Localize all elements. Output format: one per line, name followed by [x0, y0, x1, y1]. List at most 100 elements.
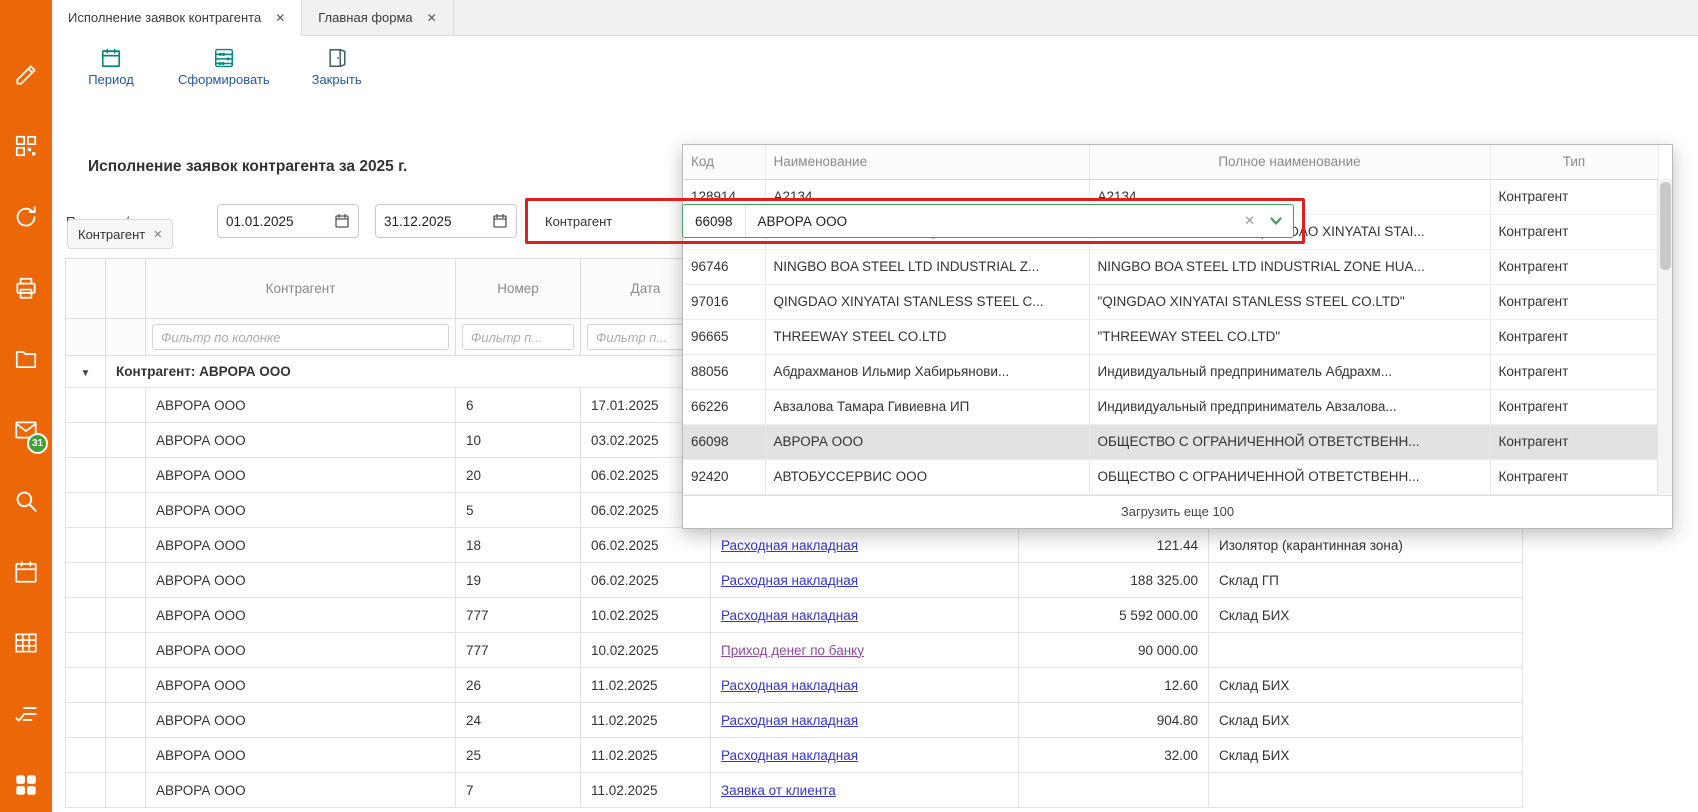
counterparty-code: 66098: [683, 205, 746, 237]
tab-main-form[interactable]: Главная форма ✕: [302, 0, 453, 35]
date-from-field[interactable]: [217, 204, 359, 238]
row-expander-cell: [66, 668, 106, 703]
chip-close-icon[interactable]: ✕: [153, 228, 162, 241]
number-cell: 18: [456, 528, 581, 563]
edit-icon[interactable]: [13, 62, 39, 88]
number-cell: 777: [456, 598, 581, 633]
header-counterparty[interactable]: Контрагент: [146, 259, 456, 319]
dropdown-name-cell: АВРОРА ООО: [765, 424, 1089, 459]
report-row[interactable]: АВРОРА ООО77710.02.2025Расходная накладн…: [66, 598, 1523, 633]
dropdown-scrollbar[interactable]: [1657, 179, 1672, 494]
document-link[interactable]: Заявка от клиента: [721, 783, 836, 798]
sum-cell: 5 592 000.00: [1019, 598, 1209, 633]
document-cell: Расходная накладная: [711, 528, 1019, 563]
report-row[interactable]: АВРОРА ООО2511.02.2025Расходная накладна…: [66, 738, 1523, 773]
number-cell: 24: [456, 703, 581, 738]
row-expander-cell: [66, 738, 106, 773]
row-marker-cell: [106, 528, 146, 563]
dropdown-code-cell: 92420: [683, 459, 765, 494]
folder-icon[interactable]: [13, 346, 39, 372]
dropdown-row[interactable]: 66098АВРОРА ООООБЩЕСТВО С ОГРАНИЧЕННОЙ О…: [683, 424, 1658, 459]
date-cell: 10.02.2025: [581, 598, 711, 633]
report-row[interactable]: АВРОРА ООО1806.02.2025Расходная накладна…: [66, 528, 1523, 563]
number-cell: 10: [456, 423, 581, 458]
dropdown-row[interactable]: 96746NINGBO BOA STEEL LTD INDUSTRIAL Z..…: [683, 249, 1658, 284]
document-link[interactable]: Расходная накладная: [721, 538, 858, 553]
document-link[interactable]: Расходная накладная: [721, 713, 858, 728]
counterparty-cell: АВРОРА ООО: [146, 738, 456, 773]
apps-icon[interactable]: [13, 772, 39, 798]
date-to-field[interactable]: [375, 204, 517, 238]
dropdown-header-fullname: Полное наименование: [1089, 145, 1490, 179]
close-icon[interactable]: ✕: [427, 11, 437, 25]
qr-code-icon[interactable]: [13, 133, 39, 159]
calendar-icon[interactable]: [334, 213, 350, 229]
counterparty-cell: АВРОРА ООО: [146, 388, 456, 423]
filter-counterparty-input[interactable]: [152, 324, 449, 350]
row-marker-cell: [106, 703, 146, 738]
close-button[interactable]: Закрыть: [306, 47, 368, 87]
dropdown-row[interactable]: 66226Авзалова Тамара Гивиевна ИПИндивиду…: [683, 389, 1658, 424]
dropdown-row[interactable]: 88056Абдрахманов Ильмир Хабирьянови...Ин…: [683, 354, 1658, 389]
chevron-down-icon[interactable]: [1267, 214, 1293, 228]
document-link[interactable]: Расходная накладная: [721, 608, 858, 623]
chip-label: Контрагент: [78, 227, 145, 242]
date-cell: 10.02.2025: [581, 633, 711, 668]
counterparty-combobox[interactable]: 66098 АВРОРА ООО ✕: [682, 204, 1294, 238]
mail-icon[interactable]: 31: [13, 417, 39, 443]
tasks-icon[interactable]: [13, 701, 39, 727]
sync-icon[interactable]: [13, 204, 39, 230]
document-cell: Заявка от клиента: [711, 773, 1019, 808]
counterparty-cell: АВРОРА ООО: [146, 773, 456, 808]
dropdown-fullname-cell: Индивидуальный предприниматель Абдрахм..…: [1089, 354, 1490, 389]
calendar-icon[interactable]: [13, 559, 39, 585]
close-icon[interactable]: ✕: [275, 11, 285, 25]
row-marker-cell: [106, 668, 146, 703]
counterparty-label: Контрагент: [545, 214, 612, 229]
date-to-input[interactable]: [384, 214, 488, 229]
dropdown-type-cell: Контрагент: [1490, 319, 1658, 354]
calendar-icon: [100, 47, 122, 69]
toolbar: Период Сформировать Закрыть: [52, 36, 1698, 98]
dropdown-name-cell: THREEWAY STEEL CO.LTD: [765, 319, 1089, 354]
clear-icon[interactable]: ✕: [1232, 213, 1267, 229]
scrollbar-thumb[interactable]: [1660, 182, 1671, 270]
document-link[interactable]: Расходная накладная: [721, 748, 858, 763]
collapse-arrow-icon[interactable]: ▼: [81, 368, 91, 379]
report-row[interactable]: АВРОРА ООО77710.02.2025Приход денег по б…: [66, 633, 1523, 668]
document-link[interactable]: Расходная накладная: [721, 678, 858, 693]
date-cell: 11.02.2025: [581, 738, 711, 773]
print-icon[interactable]: [13, 275, 39, 301]
filter-number-input[interactable]: [462, 324, 574, 350]
document-cell: Расходная накладная: [711, 598, 1019, 633]
dropdown-row[interactable]: 92420АВТОБУССЕРВИС ООООБЩЕСТВО С ОГРАНИЧ…: [683, 459, 1658, 494]
period-button[interactable]: Период: [80, 47, 142, 87]
dropdown-code-cell: 96746: [683, 249, 765, 284]
document-link[interactable]: Приход денег по банку: [721, 643, 864, 658]
search-icon[interactable]: [13, 488, 39, 514]
sidebar: 31: [0, 0, 52, 812]
tab-report[interactable]: Исполнение заявок контрагента ✕: [52, 0, 302, 36]
number-cell: 6: [456, 388, 581, 423]
report-row[interactable]: АВРОРА ООО1906.02.2025Расходная накладна…: [66, 563, 1523, 598]
report-row[interactable]: АВРОРА ООО2411.02.2025Расходная накладна…: [66, 703, 1523, 738]
dropdown-row[interactable]: 96665THREEWAY STEEL CO.LTD"THREEWAY STEE…: [683, 319, 1658, 354]
calendar-icon[interactable]: [492, 213, 508, 229]
report-row[interactable]: АВРОРА ООО711.02.2025Заявка от клиента: [66, 773, 1523, 808]
load-more-button[interactable]: Загрузить еще 100: [683, 495, 1672, 528]
report-row[interactable]: АВРОРА ООО2611.02.2025Расходная накладна…: [66, 668, 1523, 703]
dropdown-type-cell: Контрагент: [1490, 284, 1658, 319]
counterparty-cell: АВРОРА ООО: [146, 423, 456, 458]
dropdown-name-cell: Абдрахманов Ильмир Хабирьянови...: [765, 354, 1089, 389]
table-icon[interactable]: [13, 630, 39, 656]
row-expander-cell: [66, 773, 106, 808]
generate-button[interactable]: Сформировать: [178, 47, 270, 87]
date-from-input[interactable]: [226, 214, 330, 229]
document-link[interactable]: Расходная накладная: [721, 573, 858, 588]
number-cell: 5: [456, 493, 581, 528]
filter-chip-counterparty[interactable]: Контрагент ✕: [67, 219, 173, 249]
dropdown-row[interactable]: 97016QINGDAO XINYATAI STANLESS STEEL C..…: [683, 284, 1658, 319]
header-number[interactable]: Номер: [456, 259, 581, 319]
door-exit-icon: [326, 47, 348, 69]
counterparty-cell: АВРОРА ООО: [146, 458, 456, 493]
